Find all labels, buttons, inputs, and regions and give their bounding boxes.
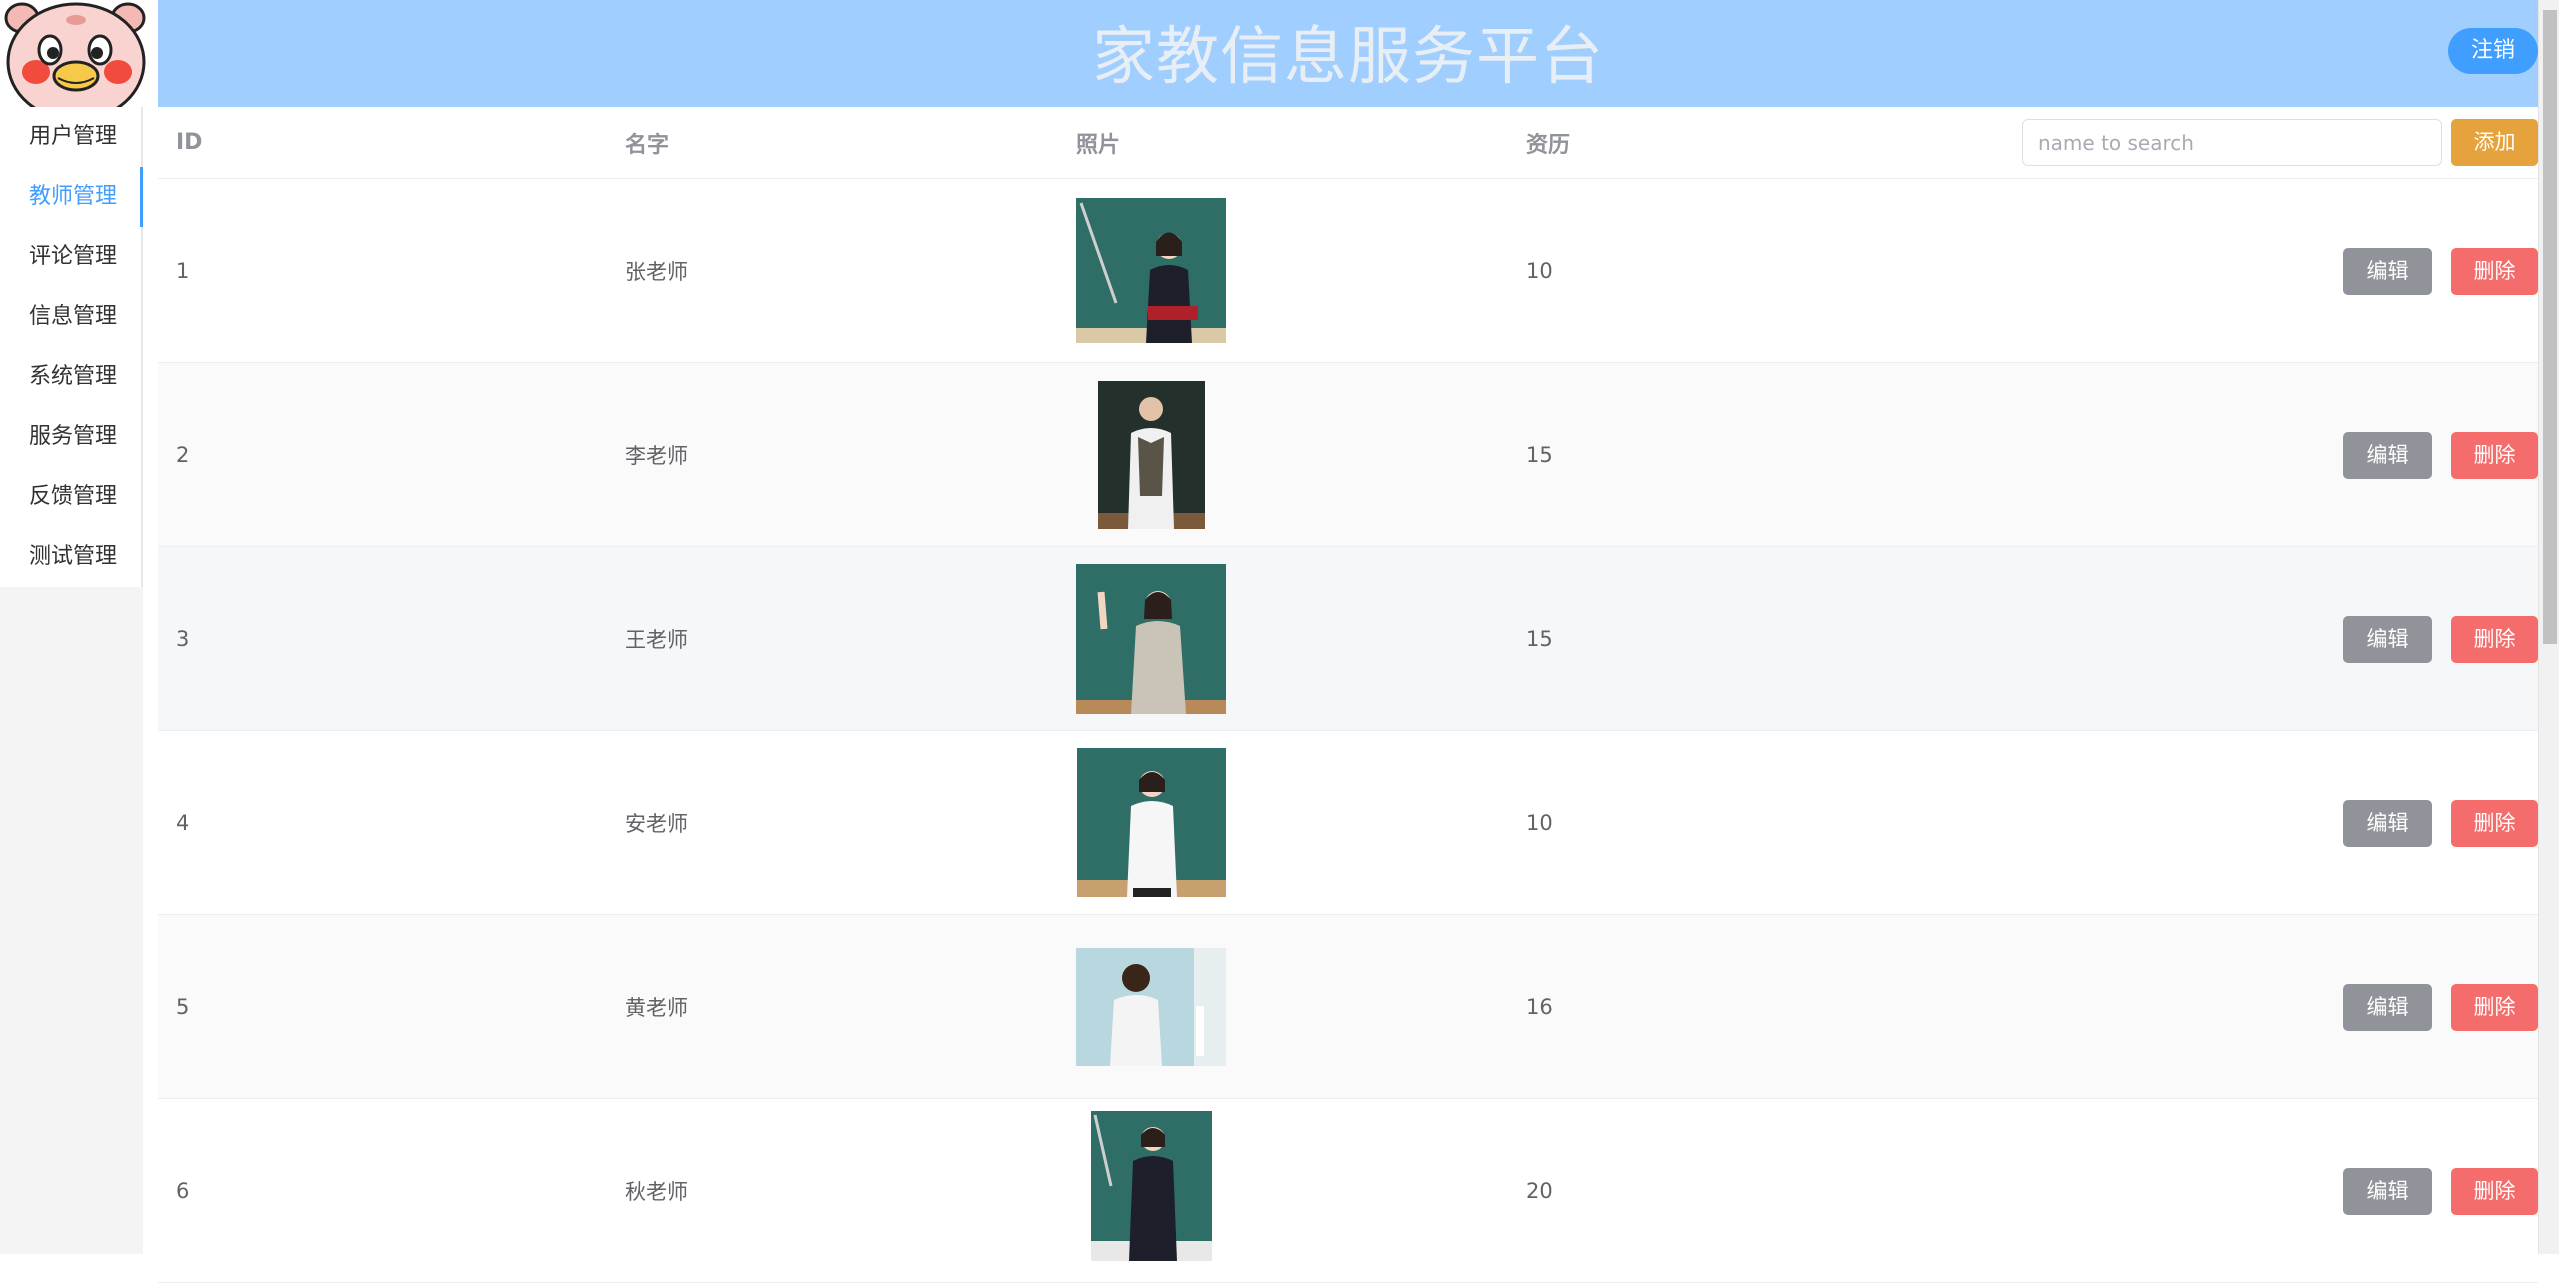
cell-experience: 10 <box>1526 258 1553 283</box>
teacher-photo <box>1097 380 1205 529</box>
cell-name: 黄老师 <box>625 995 688 1020</box>
sidebar-item-services[interactable]: 服务管理 <box>0 407 141 467</box>
top-header: 家教信息服务平台 注销 <box>158 0 2538 107</box>
sidebar-item-system[interactable]: 系统管理 <box>0 347 141 407</box>
cell-experience: 20 <box>1526 1178 1553 1203</box>
vertical-scrollbar[interactable] <box>2538 0 2559 1254</box>
teacher-photo <box>1076 947 1226 1066</box>
cell-experience: 15 <box>1526 442 1553 467</box>
cell-experience: 15 <box>1526 626 1553 651</box>
search-input[interactable] <box>2022 119 2442 166</box>
column-header-id: ID <box>176 130 203 155</box>
cell-photo <box>1076 363 1226 546</box>
cell-id: 3 <box>176 626 190 651</box>
add-button[interactable]: 添加 <box>2451 119 2538 166</box>
logout-button[interactable]: 注销 <box>2448 28 2538 74</box>
teacher-photo <box>1076 563 1226 714</box>
cell-photo <box>1076 547 1226 730</box>
cell-name: 王老师 <box>625 627 688 652</box>
table-row: 4 安老师 10 编辑 删除 <box>158 731 2538 915</box>
sidebar-item-feedback[interactable]: 反馈管理 <box>0 467 141 527</box>
column-header-name: 名字 <box>625 132 670 158</box>
sidebar-item-info[interactable]: 信息管理 <box>0 287 141 347</box>
edit-button[interactable]: 编辑 <box>2343 1168 2432 1215</box>
sidebar-item-teachers[interactable]: 教师管理 <box>0 167 143 227</box>
column-header-photo: 照片 <box>1076 132 1121 158</box>
cell-id: 4 <box>176 810 190 835</box>
edit-button[interactable]: 编辑 <box>2343 616 2432 663</box>
delete-button[interactable]: 删除 <box>2451 432 2538 479</box>
mascot-logo-icon <box>4 2 146 107</box>
table-row: 1 张老师 10 编辑 删除 <box>158 179 2538 363</box>
cell-photo <box>1076 731 1226 914</box>
teacher-photo <box>1076 198 1226 343</box>
sidebar: 用户管理 教师管理 评论管理 信息管理 系统管理 服务管理 反馈管理 测试管理 <box>0 107 143 1254</box>
cell-id: 5 <box>176 994 190 1019</box>
sidebar-item-tests[interactable]: 测试管理 <box>0 527 141 587</box>
sidebar-item-users[interactable]: 用户管理 <box>0 107 141 167</box>
cell-photo <box>1076 1099 1226 1282</box>
cell-name: 张老师 <box>625 259 688 284</box>
sidebar-item-comments[interactable]: 评论管理 <box>0 227 141 287</box>
sidebar-menu: 用户管理 教师管理 评论管理 信息管理 系统管理 服务管理 反馈管理 测试管理 <box>0 107 143 587</box>
cell-photo <box>1076 179 1226 362</box>
delete-button[interactable]: 删除 <box>2451 800 2538 847</box>
delete-button[interactable]: 删除 <box>2451 984 2538 1031</box>
page-title: 家教信息服务平台 <box>1092 20 1604 93</box>
cell-name: 李老师 <box>625 443 688 468</box>
edit-button[interactable]: 编辑 <box>2343 248 2432 295</box>
edit-button[interactable]: 编辑 <box>2343 432 2432 479</box>
delete-button[interactable]: 删除 <box>2451 616 2538 663</box>
cell-experience: 16 <box>1526 994 1553 1019</box>
delete-button[interactable]: 删除 <box>2451 1168 2538 1215</box>
cell-experience: 10 <box>1526 810 1553 835</box>
table-row: 6 秋老师 20 编辑 删除 <box>158 1099 2538 1283</box>
column-header-experience: 资历 <box>1526 132 1571 158</box>
edit-button[interactable]: 编辑 <box>2343 800 2432 847</box>
app-logo <box>0 0 158 107</box>
cell-id: 1 <box>176 258 190 283</box>
scrollbar-thumb[interactable] <box>2543 10 2557 644</box>
table-row: 3 王老师 15 编辑 删除 <box>158 547 2538 731</box>
cell-name: 秋老师 <box>625 1179 688 1204</box>
teacher-table: ID 名字 照片 资历 添加 1 张老师 10 编辑 删除 2 李老师 <box>158 107 2538 1283</box>
cell-id: 2 <box>176 442 190 467</box>
cell-photo <box>1076 915 1226 1098</box>
table-row: 5 黄老师 16 编辑 删除 <box>158 915 2538 1099</box>
teacher-photo <box>1090 1111 1212 1261</box>
edit-button[interactable]: 编辑 <box>2343 984 2432 1031</box>
teacher-photo <box>1076 748 1226 897</box>
table-row: 2 李老师 15 编辑 删除 <box>158 363 2538 547</box>
delete-button[interactable]: 删除 <box>2451 248 2538 295</box>
cell-name: 安老师 <box>625 811 688 836</box>
table-header-row: ID 名字 照片 资历 添加 <box>158 107 2538 179</box>
cell-id: 6 <box>176 1178 190 1203</box>
